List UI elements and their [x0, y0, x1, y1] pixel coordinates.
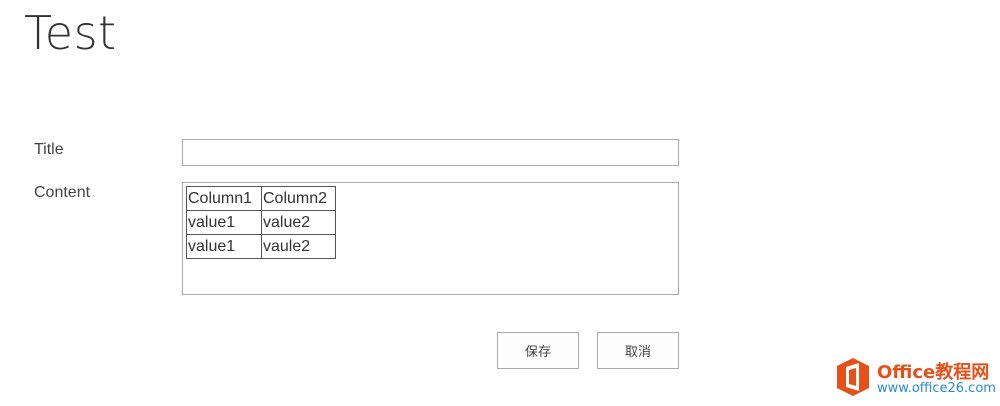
table-cell[interactable]: value1: [186, 210, 262, 235]
content-label: Content: [34, 184, 91, 201]
table-cell[interactable]: value1: [186, 234, 262, 259]
table-cell[interactable]: Column1: [186, 186, 262, 211]
watermark-url: www.office26.com: [877, 381, 996, 396]
cancel-button[interactable]: 取消: [597, 332, 679, 369]
page-title: Test: [24, 6, 117, 60]
content-table: Column1 Column2 value1 value2 value1 vau…: [186, 186, 336, 259]
page: Test Title Content Column1 Column2 value…: [0, 0, 1000, 406]
title-input[interactable]: [182, 139, 679, 166]
title-label: Title: [34, 141, 64, 158]
table-row: value1 vaule2: [186, 234, 336, 259]
table-row: Column1 Column2: [186, 186, 336, 211]
content-editor[interactable]: Column1 Column2 value1 value2 value1 vau…: [182, 182, 679, 295]
table-cell[interactable]: vaule2: [261, 234, 336, 259]
table-cell[interactable]: value2: [261, 210, 336, 235]
table-row: value1 value2: [186, 210, 336, 235]
save-button[interactable]: 保存: [497, 332, 579, 369]
watermark: Office教程网 www.office26.com: [835, 357, 1000, 401]
office-logo-icon: [837, 358, 869, 396]
table-cell[interactable]: Column2: [261, 186, 336, 211]
